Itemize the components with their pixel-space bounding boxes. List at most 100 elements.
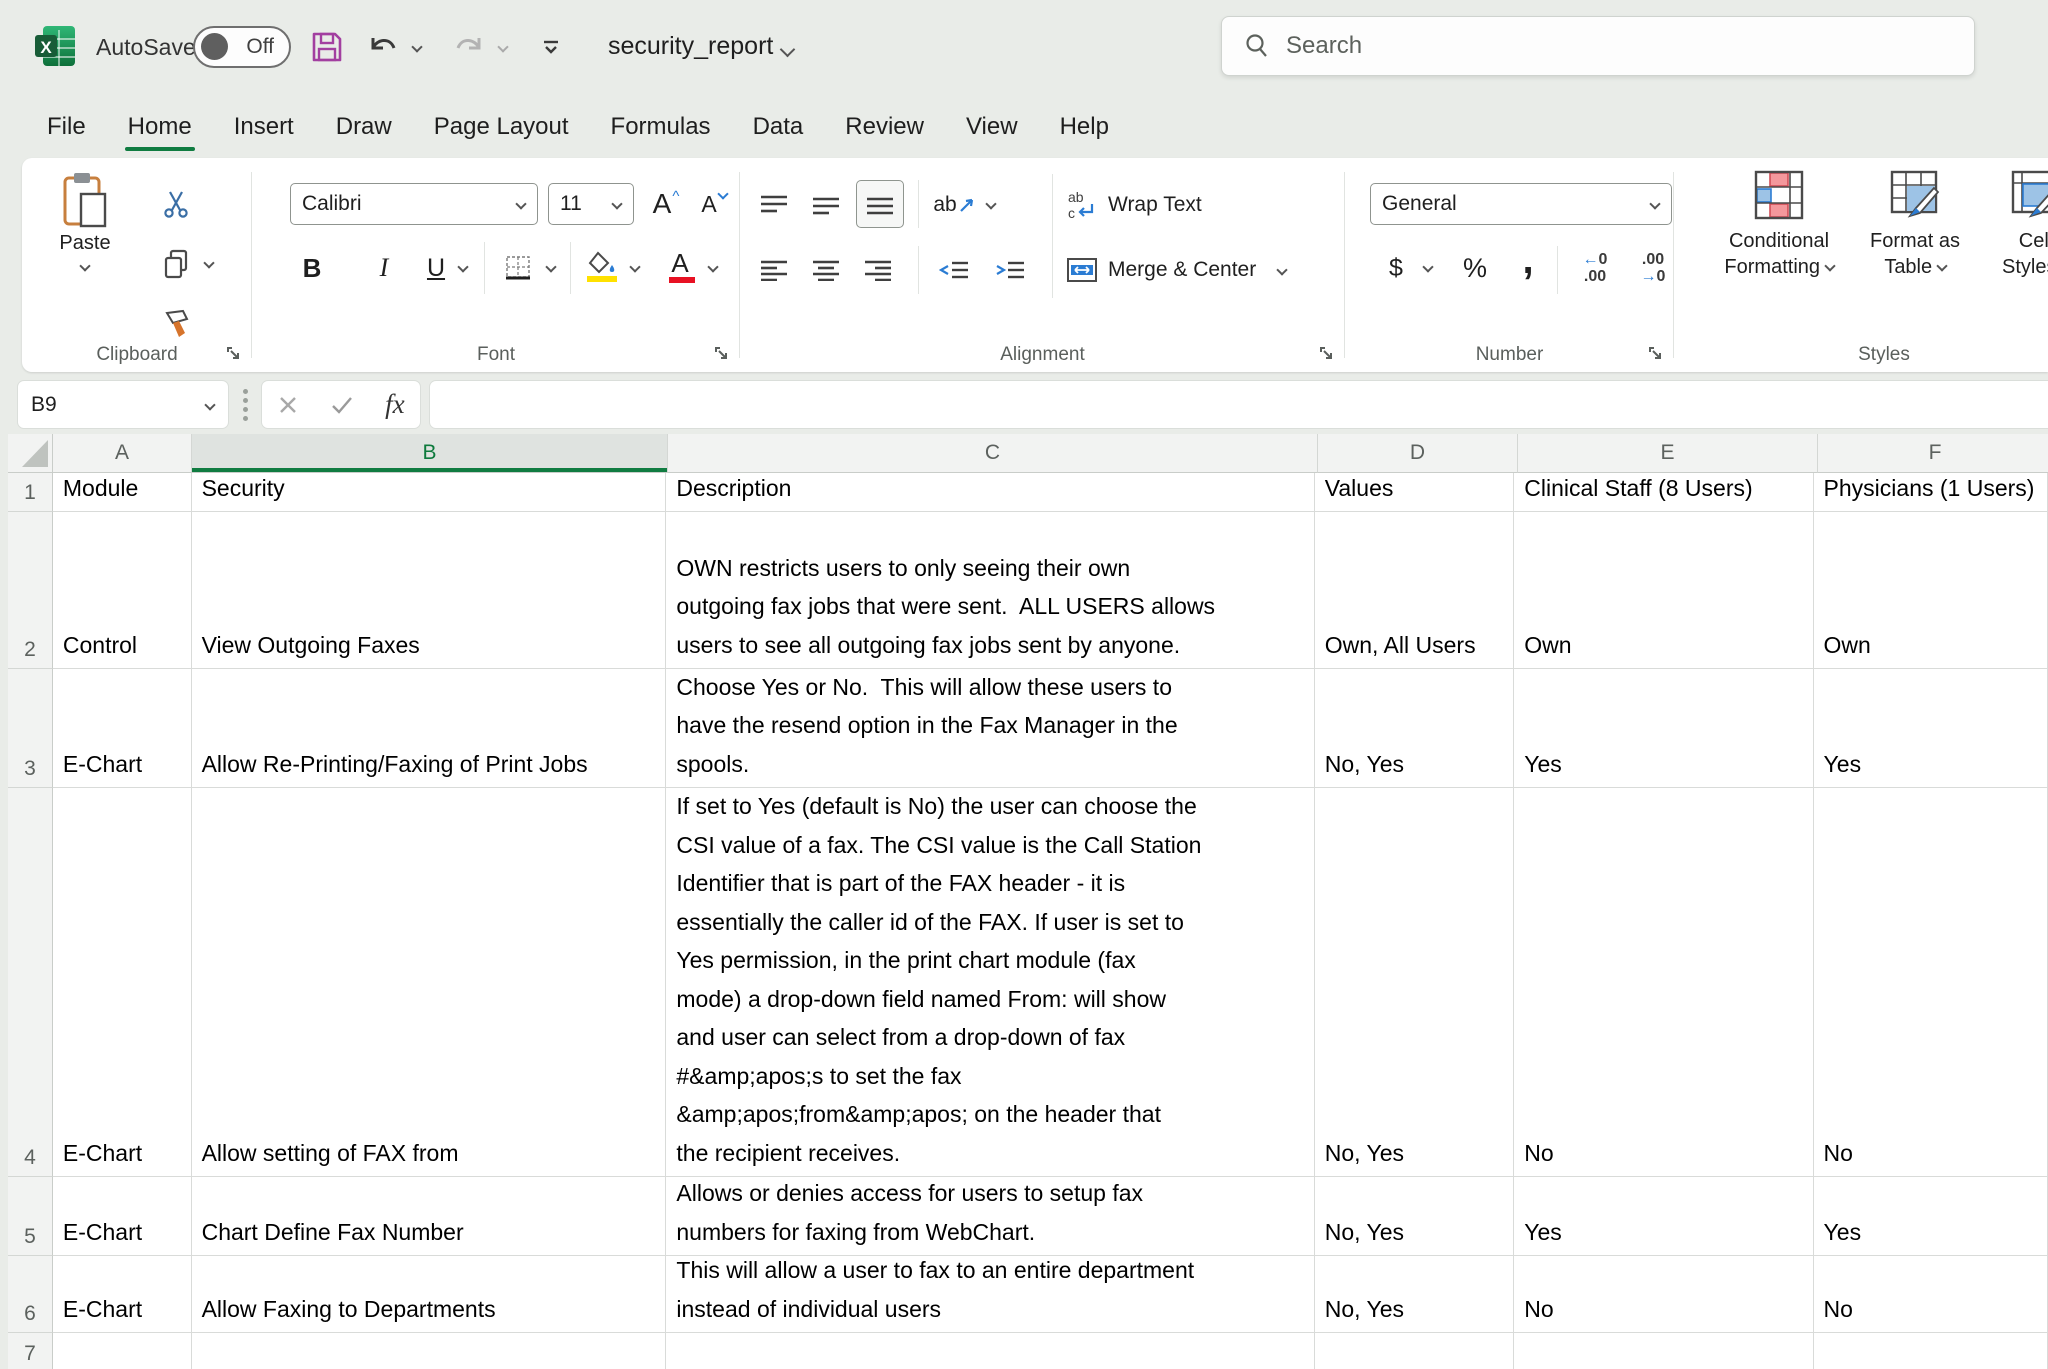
- document-title[interactable]: security_report: [608, 32, 773, 61]
- cell-A1[interactable]: Module: [53, 473, 192, 512]
- formula-bar-drag-handle[interactable]: [243, 389, 249, 421]
- decrease-decimal-button[interactable]: .00 →0: [1629, 246, 1677, 290]
- increase-font-size-button[interactable]: A^: [644, 183, 688, 225]
- center-button[interactable]: [804, 250, 848, 290]
- font-name-select[interactable]: Calibri: [290, 183, 538, 225]
- cell-E3[interactable]: Yes: [1514, 669, 1813, 788]
- tab-file[interactable]: File: [26, 99, 107, 155]
- cell-B7[interactable]: [192, 1333, 667, 1369]
- redo-button[interactable]: [448, 26, 490, 68]
- accounting-dropdown[interactable]: [1417, 254, 1439, 280]
- customize-quick-access-button[interactable]: [530, 26, 572, 68]
- align-left-button[interactable]: [752, 250, 796, 290]
- increase-indent-button[interactable]: [986, 250, 1034, 290]
- row-header-3[interactable]: 3: [8, 669, 53, 788]
- decrease-font-size-button[interactable]: A: [692, 183, 736, 225]
- bold-button[interactable]: B: [294, 246, 330, 290]
- insert-function-icon[interactable]: fx: [385, 389, 405, 420]
- cell-F1[interactable]: Physicians (1 Users): [1814, 473, 2048, 512]
- cell-E2[interactable]: Own: [1514, 512, 1813, 669]
- cell-E7[interactable]: [1514, 1333, 1813, 1369]
- cell-F5[interactable]: Yes: [1814, 1177, 2048, 1256]
- middle-align-button[interactable]: [804, 185, 848, 225]
- cell-A3[interactable]: E-Chart: [53, 669, 192, 788]
- column-header-E[interactable]: E: [1518, 434, 1818, 473]
- bottom-align-button[interactable]: [856, 180, 904, 228]
- row-header-2[interactable]: 2: [8, 512, 53, 669]
- save-button[interactable]: [306, 26, 348, 68]
- tab-home[interactable]: Home: [107, 99, 213, 155]
- cell-E5[interactable]: Yes: [1514, 1177, 1813, 1256]
- name-box[interactable]: B9: [18, 381, 228, 428]
- undo-button[interactable]: [362, 26, 404, 68]
- cell-E6[interactable]: No: [1514, 1256, 1813, 1333]
- cell-F2[interactable]: Own: [1814, 512, 2048, 669]
- merge-center-button[interactable]: Merge & Center: [1066, 250, 1356, 290]
- document-title-dropdown-icon[interactable]: [780, 42, 796, 58]
- cell-E1[interactable]: Clinical Staff (8 Users): [1514, 473, 1813, 512]
- cell-B3[interactable]: Allow Re-Printing/Faxing of Print Jobs: [192, 669, 667, 788]
- cell-C5[interactable]: Allows or denies access for users to set…: [666, 1177, 1314, 1256]
- number-dialog-launcher-icon[interactable]: [1647, 345, 1664, 362]
- undo-dropdown[interactable]: [404, 26, 430, 68]
- paste-button[interactable]: Paste: [50, 172, 120, 270]
- cell-F3[interactable]: Yes: [1814, 669, 2048, 788]
- cell-C7[interactable]: [666, 1333, 1314, 1369]
- format-painter-button[interactable]: [156, 306, 196, 342]
- cell-C4[interactable]: If set to Yes (default is No) the user c…: [666, 788, 1314, 1177]
- cell-F6[interactable]: No: [1814, 1256, 2048, 1333]
- conditional-formatting-button[interactable]: Conditional Formatting: [1714, 170, 1844, 280]
- autosave-toggle[interactable]: Off: [193, 26, 291, 68]
- row-header-4[interactable]: 4: [8, 788, 53, 1177]
- underline-dropdown[interactable]: [452, 254, 474, 280]
- top-align-button[interactable]: [752, 185, 796, 225]
- cell-A4[interactable]: E-Chart: [53, 788, 192, 1177]
- row-header-5[interactable]: 5: [8, 1177, 53, 1256]
- font-size-select[interactable]: 11: [548, 183, 634, 225]
- increase-decimal-button[interactable]: ←0 .00: [1571, 246, 1619, 290]
- tab-help[interactable]: Help: [1039, 99, 1130, 155]
- tab-draw[interactable]: Draw: [315, 99, 413, 155]
- cell-A2[interactable]: Control: [53, 512, 192, 669]
- cell-styles-button[interactable]: Cell Styles: [1986, 170, 2048, 280]
- cell-D5[interactable]: No, Yes: [1315, 1177, 1515, 1256]
- row-header-6[interactable]: 6: [8, 1256, 53, 1333]
- font-color-button[interactable]: A: [660, 242, 700, 284]
- cell-C6[interactable]: This will allow a user to fax to an enti…: [666, 1256, 1314, 1333]
- tab-data[interactable]: Data: [732, 99, 825, 155]
- cancel-icon[interactable]: [277, 394, 299, 416]
- column-header-D[interactable]: D: [1318, 434, 1518, 473]
- cell-B2[interactable]: View Outgoing Faxes: [192, 512, 667, 669]
- align-right-button[interactable]: [856, 250, 900, 290]
- number-format-select[interactable]: General: [1370, 183, 1672, 225]
- cut-button[interactable]: [156, 186, 196, 222]
- formula-input[interactable]: [430, 381, 2048, 428]
- cell-B6[interactable]: Allow Faxing to Departments: [192, 1256, 667, 1333]
- accounting-format-button[interactable]: $: [1379, 246, 1413, 290]
- cell-D3[interactable]: No, Yes: [1315, 669, 1515, 788]
- cell-B5[interactable]: Chart Define Fax Number: [192, 1177, 667, 1256]
- clipboard-dialog-launcher-icon[interactable]: [225, 345, 242, 362]
- italic-button[interactable]: I: [366, 246, 402, 290]
- borders-button[interactable]: [498, 246, 538, 290]
- tab-insert[interactable]: Insert: [213, 99, 315, 155]
- cell-C2[interactable]: OWN restricts users to only seeing their…: [666, 512, 1314, 669]
- tab-formulas[interactable]: Formulas: [590, 99, 732, 155]
- cell-D1[interactable]: Values: [1315, 473, 1515, 512]
- cell-A7[interactable]: [53, 1333, 192, 1369]
- cell-F4[interactable]: No: [1814, 788, 2048, 1177]
- comma-style-button[interactable]: ,: [1513, 238, 1543, 282]
- fill-color-button[interactable]: [582, 244, 622, 284]
- tab-review[interactable]: Review: [824, 99, 945, 155]
- orientation-button[interactable]: ab: [930, 185, 978, 225]
- tab-view[interactable]: View: [945, 99, 1039, 155]
- cell-B4[interactable]: Allow setting of FAX from: [192, 788, 667, 1177]
- cell-C3[interactable]: Choose Yes or No. This will allow these …: [666, 669, 1314, 788]
- cell-D6[interactable]: No, Yes: [1315, 1256, 1515, 1333]
- alignment-dialog-launcher-icon[interactable]: [1318, 345, 1335, 362]
- column-header-A[interactable]: A: [53, 434, 192, 473]
- row-header-7[interactable]: 7: [8, 1333, 53, 1369]
- cell-D7[interactable]: [1315, 1333, 1515, 1369]
- row-header-1[interactable]: 1: [8, 473, 53, 512]
- percent-style-button[interactable]: %: [1457, 246, 1493, 290]
